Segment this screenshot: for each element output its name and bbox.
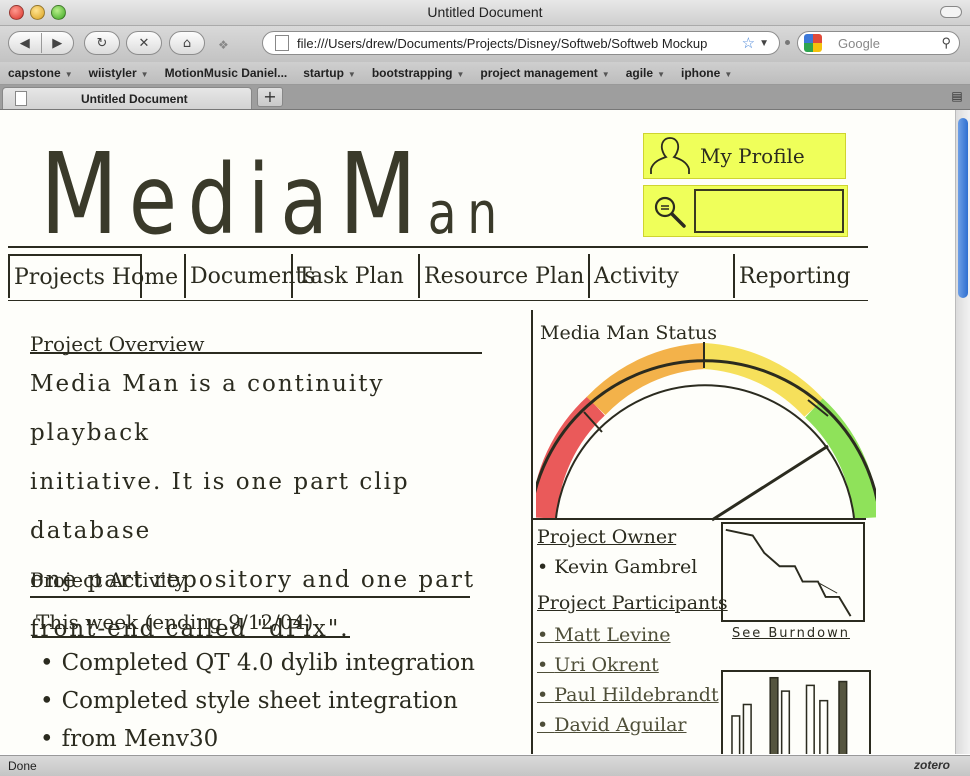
chevron-down-icon: ▼ (657, 70, 665, 79)
divider (30, 352, 482, 354)
nav-resource-plan[interactable]: Resource Plan (418, 254, 588, 298)
status-title: Media Man Status (540, 322, 717, 344)
home-button[interactable]: ⌂ (169, 31, 205, 55)
reload-button[interactable]: ↻ (84, 31, 120, 55)
project-owner-heading: Project Owner (537, 526, 677, 548)
scrollbar-thumb[interactable] (958, 118, 968, 298)
history-dropdown-icon[interactable]: ▼ (759, 38, 769, 49)
nav-documents[interactable]: Documents (184, 254, 316, 298)
bookmark-star-icon[interactable]: ☆ (742, 34, 755, 52)
zotero-button[interactable]: zotero (914, 758, 950, 772)
search-icon[interactable]: ⚲ (941, 35, 951, 51)
new-tab-button[interactable]: + (257, 87, 283, 107)
list-item: from Menv30 (40, 720, 510, 754)
bookmark-folder[interactable]: wiistyler ▼ (89, 66, 149, 80)
grip-icon: ❖ (218, 38, 229, 52)
home-icon: ⌂ (182, 35, 192, 51)
status-bar: Done zotero (0, 755, 970, 776)
page-icon (15, 91, 27, 106)
divider (30, 596, 470, 598)
tab-label: Untitled Document (81, 91, 188, 106)
nav-task-plan[interactable]: Task Plan (291, 254, 418, 298)
search-box[interactable]: Google ⚲ (797, 31, 960, 55)
address-bar[interactable]: file:///Users/drew/Documents/Projects/Di… (262, 31, 780, 55)
divider (531, 518, 533, 754)
divider (8, 300, 868, 301)
bookmark-folder[interactable]: capstone ▼ (8, 66, 73, 80)
user-icon (650, 137, 690, 174)
chevron-down-icon: ▼ (64, 70, 73, 79)
tab-strip: Untitled Document + ▤ (0, 85, 970, 110)
chevron-down-icon: ▼ (601, 70, 610, 79)
activity-week-label: This week (ending 9/12/04) (36, 610, 314, 634)
status-gauge (536, 342, 876, 522)
tab-active[interactable]: Untitled Document (2, 87, 252, 109)
nav-activity[interactable]: Activity (588, 254, 733, 298)
url-text[interactable]: file:///Users/drew/Documents/Projects/Di… (297, 36, 742, 51)
toolbar-toggle-button[interactable] (940, 6, 962, 18)
participant-link[interactable]: • Matt Levine (537, 624, 671, 646)
list-item: Completed style sheet integration (40, 682, 510, 720)
bookmark-folder[interactable]: project management ▼ (480, 66, 609, 80)
stop-icon: ✕ (138, 35, 150, 51)
google-icon[interactable] (804, 34, 822, 52)
bookmarks-bar: capstone ▼ wiistyler ▼ MotionMusic Daniel.… (0, 62, 970, 85)
bookmark-folder[interactable]: agile ▼ (626, 66, 665, 80)
nav-reporting[interactable]: Reporting (733, 254, 868, 298)
reload-icon: ↻ (96, 35, 108, 51)
page-icon (275, 35, 289, 51)
window-title: Untitled Document (427, 4, 543, 20)
bookmark-link[interactable]: MotionMusic Daniel... (165, 66, 288, 80)
chevron-down-icon: ▼ (347, 70, 356, 79)
bar-chart-thumbnail[interactable] (721, 670, 871, 754)
vertical-scrollbar[interactable] (955, 110, 970, 754)
participant-link[interactable]: • Paul Hildebrandt (537, 684, 719, 706)
chevron-down-icon: ▼ (140, 70, 149, 79)
back-arrow-icon[interactable]: ◀ (9, 36, 41, 51)
main-nav: Projects Home Documents Task Plan Resour… (8, 246, 868, 306)
nav-projects-home[interactable]: Projects Home (8, 254, 178, 298)
separator-dot (785, 40, 790, 45)
search-icon[interactable] (650, 192, 690, 232)
status-text: Done (8, 759, 37, 773)
list-item: Completed QT 4.0 dylib integration (40, 644, 510, 682)
bookmark-folder[interactable]: bootstrapping ▼ (372, 66, 465, 80)
my-profile-label: My Profile (700, 144, 805, 168)
back-forward-group: ◀ ▶ (8, 31, 74, 55)
project-owner-name: • Kevin Gambrel (537, 556, 698, 578)
bookmark-folder[interactable]: iphone ▼ (681, 66, 732, 80)
mediaman-logo: MediaMan (40, 130, 508, 260)
forward-arrow-icon[interactable]: ▶ (42, 36, 74, 51)
browser-toolbar: ◀ ▶ ↻ ✕ ⌂ ❖ file:///Users/drew/Documents… (0, 26, 970, 62)
participant-link[interactable]: • David Aguilar (537, 714, 687, 736)
my-profile-link[interactable]: My Profile (643, 133, 846, 179)
search-field[interactable] (694, 189, 844, 233)
divider (531, 518, 866, 520)
search-input[interactable]: Google (838, 36, 941, 51)
see-burndown-link[interactable]: See Burndown (732, 626, 850, 641)
page-viewport: MediaMan My Profile Projects Home Docume… (0, 110, 955, 754)
activity-list: Completed QT 4.0 dylib integration Compl… (40, 644, 510, 754)
burndown-chart-thumbnail[interactable] (721, 522, 865, 622)
chevron-down-icon: ▼ (456, 70, 465, 79)
stop-button[interactable]: ✕ (126, 31, 162, 55)
project-participants-heading: Project Participants (537, 592, 728, 614)
tab-list-icon[interactable]: ▤ (948, 89, 966, 105)
chevron-down-icon: ▼ (724, 70, 733, 79)
project-activity-heading: Project Activity (30, 568, 186, 592)
divider (32, 636, 350, 638)
participant-link[interactable]: • Uri Okrent (537, 654, 659, 676)
site-search (643, 185, 848, 237)
bookmark-folder[interactable]: startup ▼ (303, 66, 356, 80)
window-titlebar: Untitled Document (0, 0, 970, 26)
